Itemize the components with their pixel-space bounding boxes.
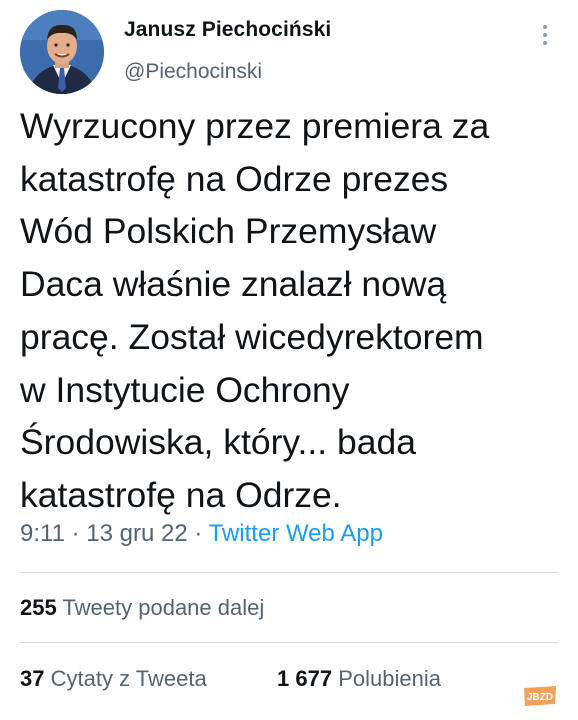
- likes-label: Polubienia: [338, 666, 441, 691]
- quotes-label: Cytaty z Tweeta: [50, 666, 207, 691]
- tweet-line: Daca właśnie znalazł nową: [20, 264, 447, 305]
- retweets-label: Tweety podane dalej: [62, 595, 265, 620]
- author-name[interactable]: Janusz Piechociński: [124, 18, 331, 42]
- tweet-line: katastrofę na Odrze.: [20, 474, 342, 515]
- meta-separator: ·: [71, 520, 80, 547]
- svg-text:JBZD: JBZD: [527, 692, 553, 703]
- tweet-line: Wyrzucony przez premiera za: [20, 106, 490, 146]
- divider: [20, 642, 558, 643]
- divider: [20, 572, 558, 573]
- tweet-line: pracę. Został wicedyrektorem: [20, 316, 484, 357]
- tweet-line: w Instytucie Ochrony: [20, 369, 350, 410]
- retweets-count: 255: [20, 595, 57, 620]
- quotes-count: 37: [20, 666, 45, 691]
- quotes-stat[interactable]: 37 Cytaty z Tweeta: [20, 666, 207, 692]
- likes-stat[interactable]: 1 677 Polubienia: [277, 666, 441, 692]
- tweet-date[interactable]: 13 gru 22: [86, 520, 187, 547]
- tweet-line: Środowiska, który... bada: [20, 422, 416, 463]
- author-handle[interactable]: @Piechocinski: [124, 60, 262, 84]
- tweet-text: Wyrzucony przez premiera za katastrofę n…: [20, 100, 565, 522]
- more-vertical-icon[interactable]: [539, 22, 551, 48]
- meta-separator: ·: [194, 520, 203, 547]
- profile-photo-image: [20, 10, 104, 94]
- tweet-line: katastrofę na Odrze prezes: [20, 158, 449, 199]
- tweet-line: Wód Polskich Przemysław: [20, 211, 437, 252]
- tweet-meta: 9:11 · 13 gru 22 · Twitter Web App: [20, 520, 383, 548]
- avatar[interactable]: [20, 10, 104, 94]
- tweet-time[interactable]: 9:11: [20, 520, 65, 547]
- likes-count: 1 677: [277, 666, 333, 691]
- retweets-stat[interactable]: 255 Tweety podane dalej: [20, 595, 264, 621]
- tweet-source-link[interactable]: Twitter Web App: [209, 520, 383, 547]
- jbzd-watermark-logo: JBZD: [522, 684, 558, 708]
